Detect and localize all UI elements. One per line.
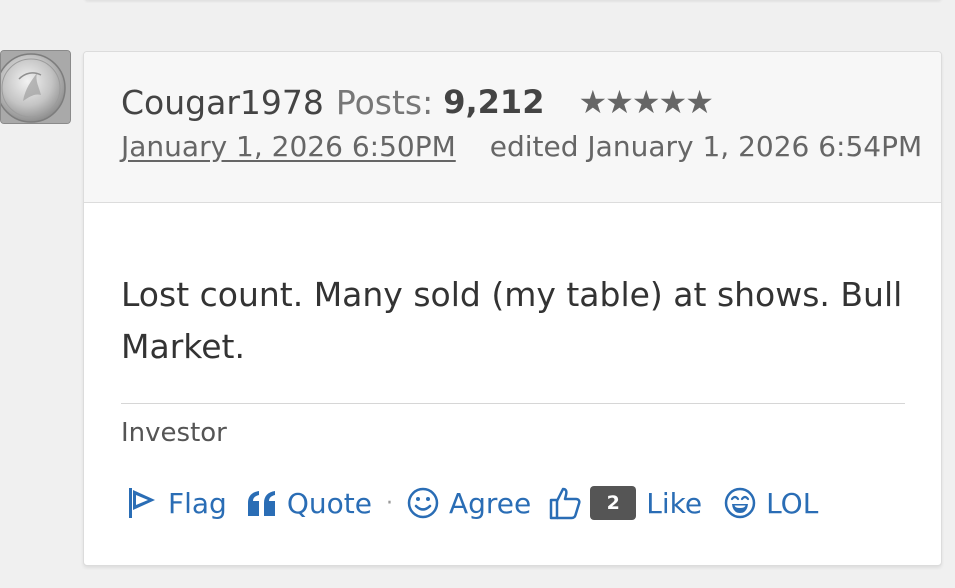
agree-label: Agree: [448, 486, 532, 520]
action-separator: ·: [385, 490, 393, 516]
rank-stars: ★★★★★: [578, 83, 713, 121]
comment-message: Lost count. Many sold (my table) at show…: [121, 275, 903, 366]
laughing-face-icon: [724, 487, 756, 519]
agree-button[interactable]: Agree: [407, 487, 531, 520]
like-label: Like: [646, 486, 703, 520]
posts-count: 9,212: [443, 83, 545, 121]
avatar[interactable]: [0, 50, 71, 124]
flag-button[interactable]: Flag: [126, 486, 227, 520]
flag-icon: [126, 486, 158, 520]
avatar-coin-image: [1, 51, 70, 123]
thumbs-up-icon: [549, 486, 581, 520]
quote-button[interactable]: Quote: [247, 487, 372, 520]
like-button[interactable]: 2 Like: [549, 486, 702, 520]
edited-timestamp: edited January 1, 2026 6:54PM: [489, 129, 923, 163]
lol-button[interactable]: LOL: [724, 487, 818, 520]
lol-label: LOL: [766, 486, 819, 520]
quote-icon: [247, 490, 277, 516]
username-link[interactable]: Cougar1978: [121, 83, 324, 122]
posts-label: Posts:: [335, 82, 434, 122]
quote-label: Quote: [286, 486, 372, 520]
user-signature: Investor: [121, 418, 227, 448]
comment-card: Cougar1978 Posts: 9,212 ★★★★★ January 1,…: [83, 51, 942, 566]
smiley-icon: [407, 487, 439, 519]
reaction-bar: Flag Quote · Agree 2 Like LOL: [126, 486, 904, 520]
comment-header: Cougar1978 Posts: 9,212 ★★★★★ January 1,…: [84, 52, 941, 203]
comment-body: Lost count. Many sold (my table) at show…: [84, 203, 941, 520]
flag-label: Flag: [168, 486, 227, 520]
like-count-badge: 2: [590, 486, 637, 520]
signature-divider: [121, 403, 905, 404]
post-date-link[interactable]: January 1, 2026 6:50PM: [121, 130, 456, 163]
